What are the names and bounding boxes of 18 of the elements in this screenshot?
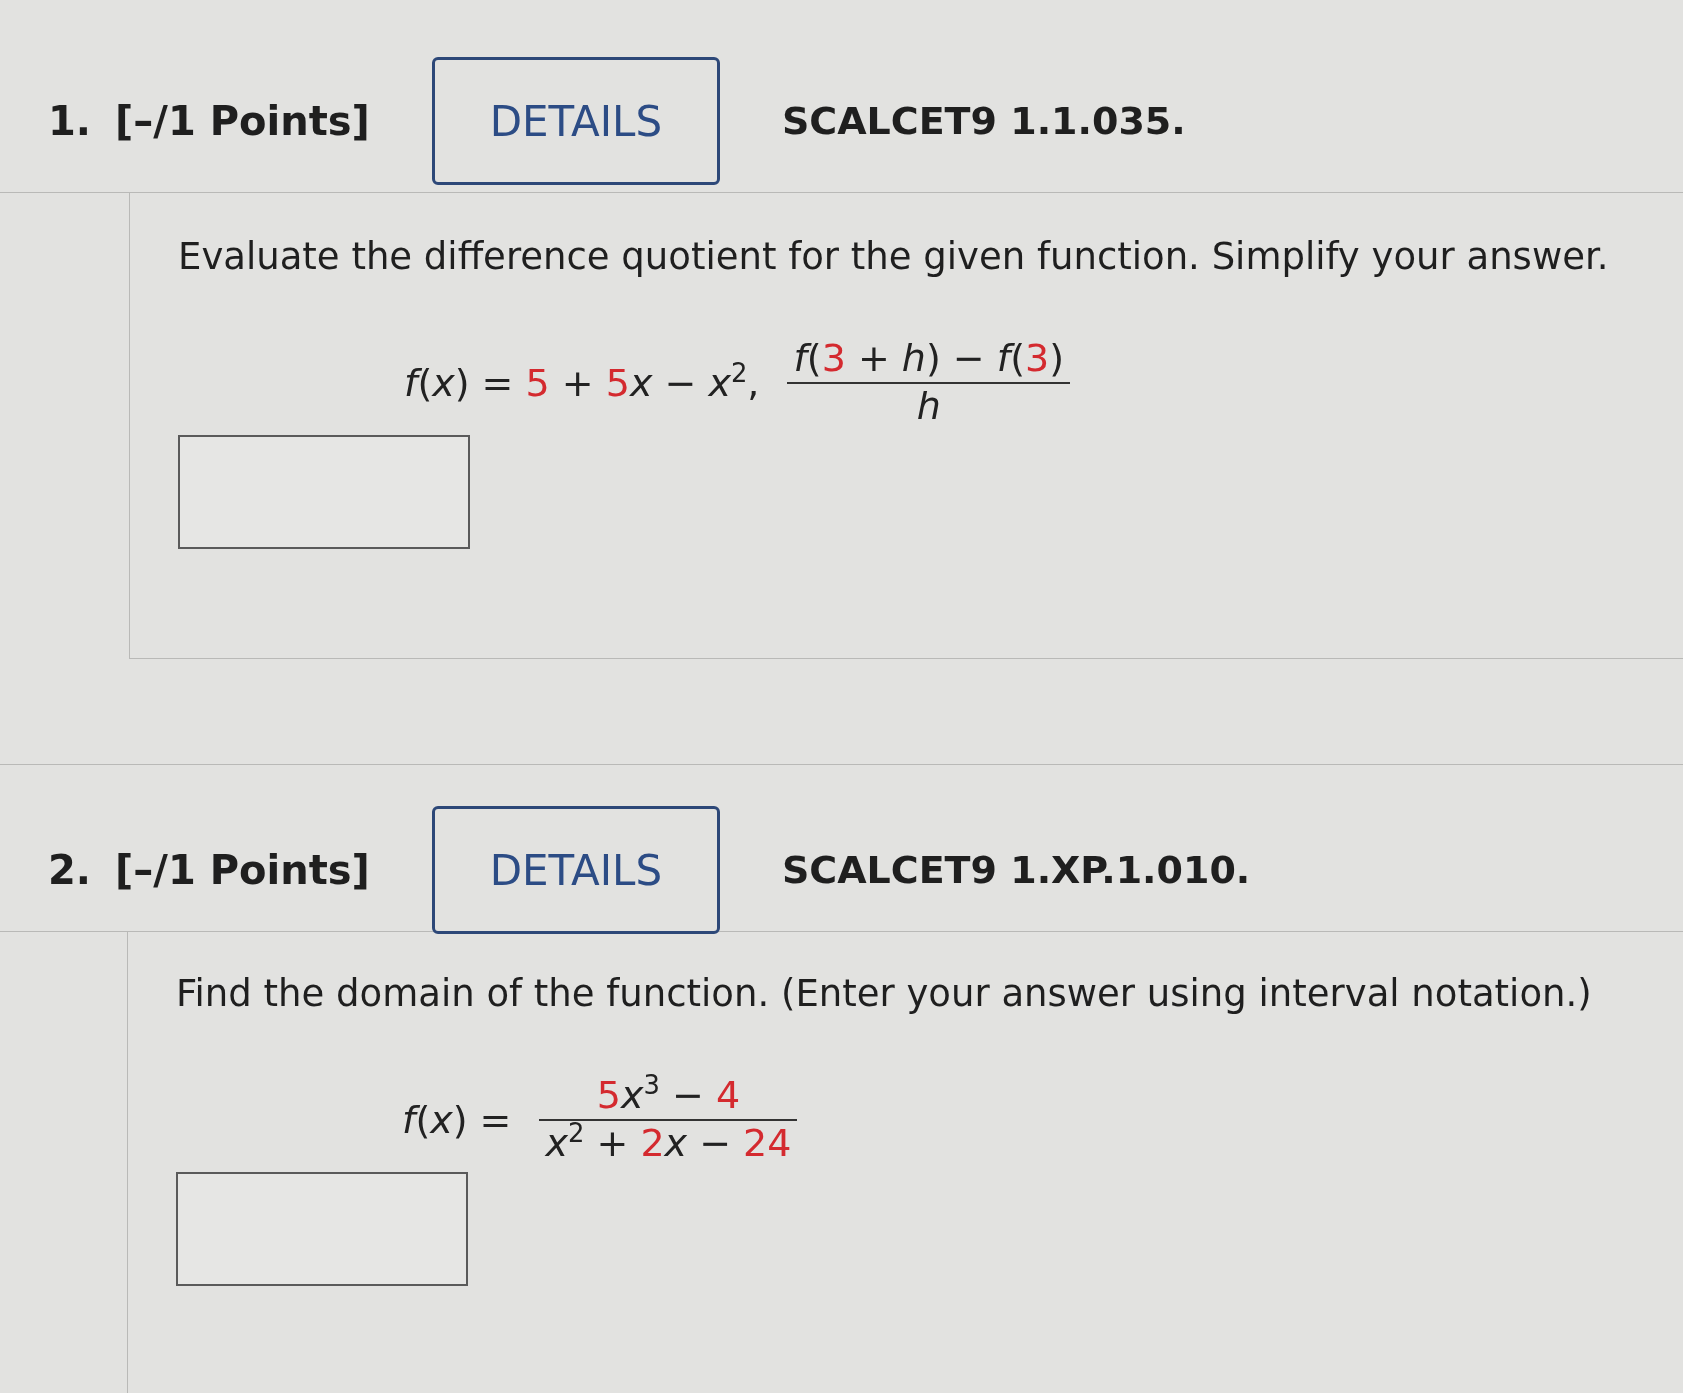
fraction-numerator: f(3 + h) − f(3): [792, 336, 1065, 382]
question-number: 1.: [48, 98, 92, 144]
function-formula: f(x) = 5 + 5x − x$^{2}$,: [404, 360, 760, 405]
answer-box[interactable]: [176, 1172, 468, 1287]
details-button[interactable]: DETAILS: [431, 57, 720, 185]
question-number: 2.: [48, 847, 92, 893]
function-formula: f(x) =: [402, 1097, 512, 1142]
problem-code: SCALCET9 1.1.035.: [781, 99, 1186, 143]
question-prompt: Find the domain of the function. (Enter your answer using interval notation.): [176, 972, 1592, 1015]
fraction-denominator: x$^{2}$ + 2x − 24: [544, 1120, 793, 1167]
points-label: [–/1 Points]: [115, 847, 370, 893]
points-label: [–/1 Points]: [115, 98, 370, 144]
answer-box[interactable]: [178, 435, 470, 550]
fraction-numerator: 5x$^{3}$ − 4: [595, 1073, 742, 1119]
problem-code: SCALCET9 1.XP.1.010.: [781, 848, 1251, 892]
fraction-denominator: h: [915, 383, 942, 430]
details-button[interactable]: DETAILS: [431, 806, 720, 934]
question-prompt: Evaluate the difference quotient for the given function. Simplify your answer.: [178, 235, 1609, 278]
